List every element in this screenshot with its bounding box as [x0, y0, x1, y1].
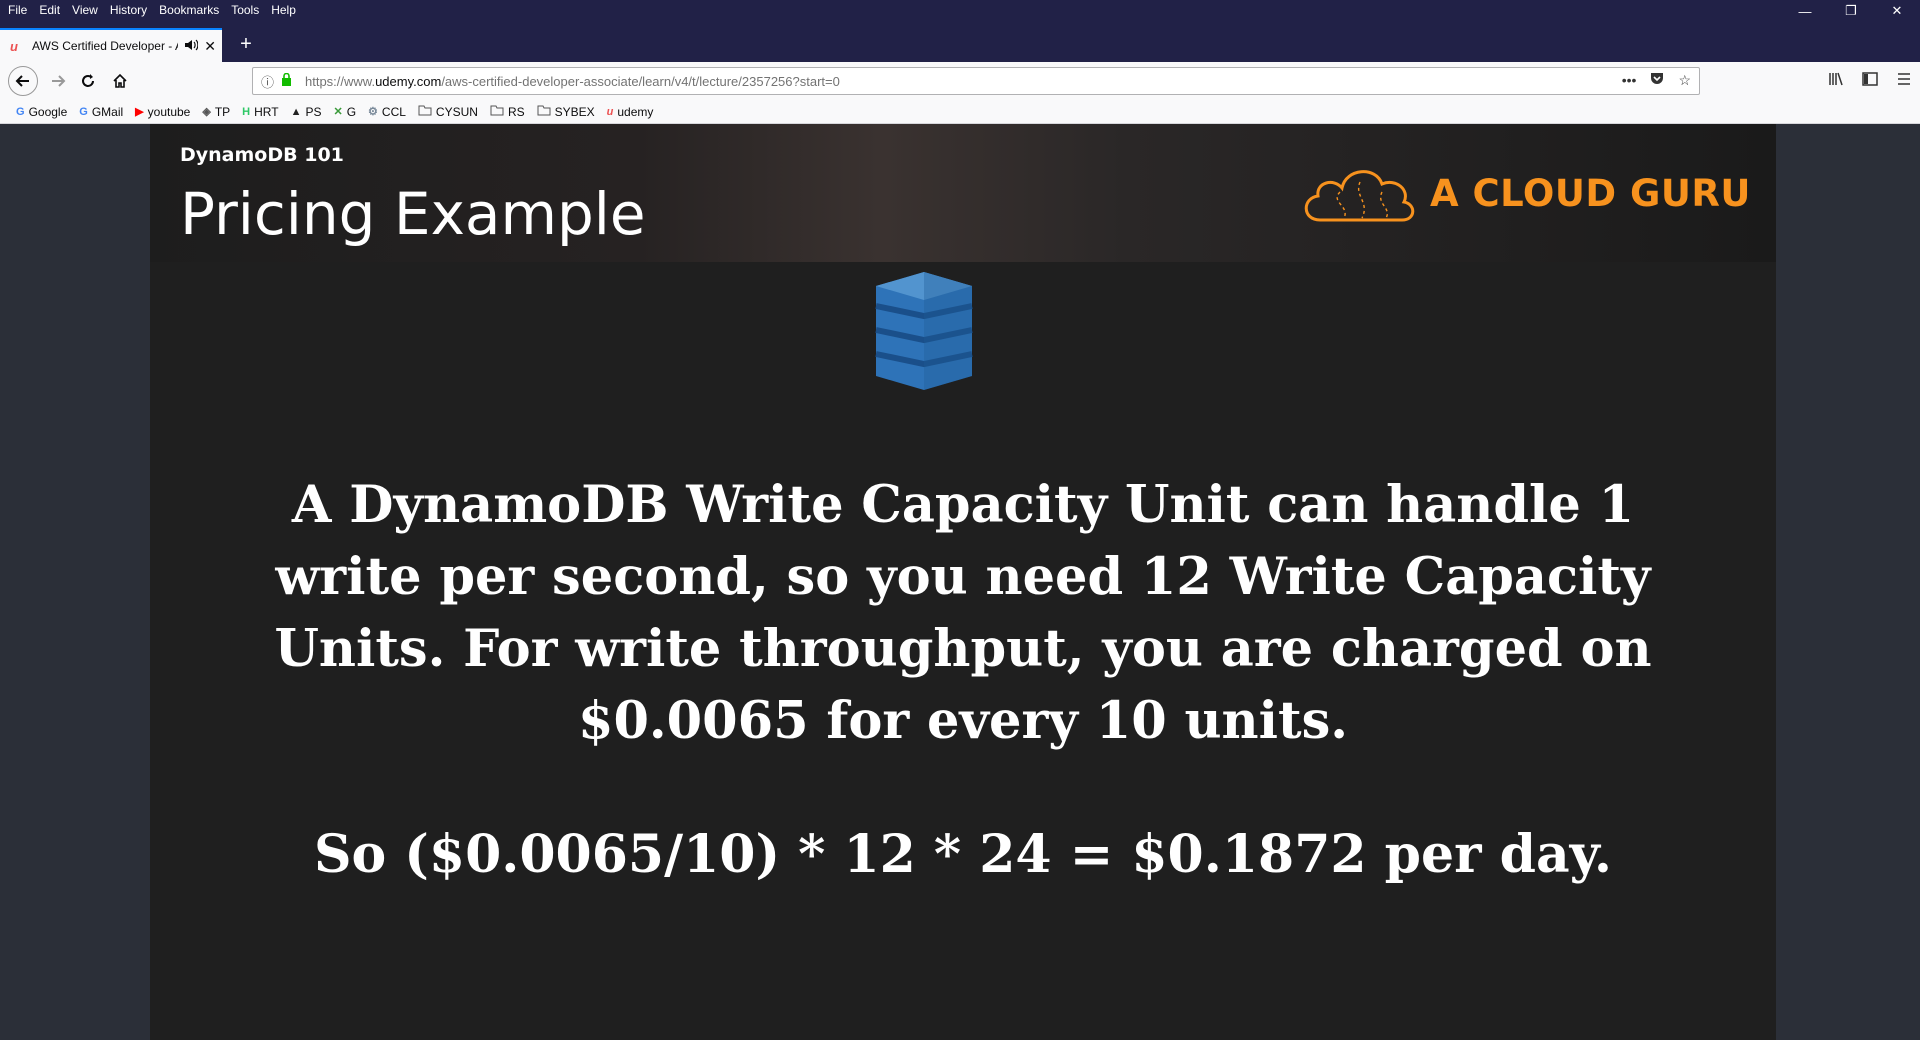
bookmark-udemy[interactable]: u udemy	[607, 105, 654, 119]
url-text: https://www.udemy.com/aws-certified-deve…	[305, 74, 840, 89]
library-icon[interactable]	[1828, 72, 1844, 90]
forward-button[interactable]	[44, 67, 72, 95]
bookmark-label: GMail	[91, 104, 124, 119]
body-line: A DynamoDB Write Capacity Unit can handl…	[291, 475, 1635, 535]
home-icon	[113, 73, 127, 88]
bookmark-label: G	[346, 104, 357, 119]
dynamodb-icon	[875, 272, 973, 390]
pocket-icon[interactable]	[1650, 72, 1664, 89]
back-arrow-icon	[15, 75, 29, 87]
bookmark-gmail[interactable]: G GMail	[79, 105, 123, 119]
tab-close-icon[interactable]: ✕	[204, 38, 216, 55]
bookmark-hrt[interactable]: H HRT	[242, 105, 278, 119]
ccl-icon: ⚙	[368, 106, 378, 118]
udemy-favicon-icon: u	[10, 38, 18, 54]
url-domain: udemy.com	[375, 73, 442, 89]
youtube-icon: ▶	[135, 106, 144, 118]
bookmark-label: TP	[214, 104, 231, 119]
bookmark-ps[interactable]: ▲ PS	[291, 105, 322, 119]
info-icon[interactable]: ⓘ	[261, 72, 279, 91]
body-line: Units. For write throughput, you are cha…	[274, 619, 1652, 679]
folder-icon	[537, 105, 551, 119]
tab-udemy-course[interactable]: u AWS Certified Developer - A ✕	[0, 28, 222, 62]
hamburger-menu-icon[interactable]	[1896, 72, 1912, 90]
bookmark-g[interactable]: ✕ G	[333, 105, 356, 119]
slide-title: Pricing Example	[180, 180, 646, 248]
bookmark-label: udemy	[617, 104, 654, 119]
ps-icon: ▲	[290, 105, 302, 118]
minimize-button[interactable]: —	[1782, 0, 1828, 22]
bookmark-youtube[interactable]: ▶ youtube	[135, 105, 190, 119]
bookmark-label: PS	[305, 104, 322, 119]
bookmark-folder-sybex[interactable]: SYBEX	[537, 105, 595, 119]
bookmark-folder-rs[interactable]: RS	[490, 105, 525, 119]
bookmarks-bar: G Google G GMail ▶ youtube ◈ TP H HRT ▲ PS ✕ G …	[0, 100, 1920, 124]
bookmark-star-icon[interactable]: ☆	[1678, 72, 1691, 89]
menu-file[interactable]: File	[8, 3, 27, 17]
menu-bookmarks[interactable]: Bookmarks	[159, 3, 219, 17]
slide-body-text: A DynamoDB Write Capacity Unit can handl…	[190, 469, 1736, 757]
folder-icon	[418, 105, 432, 119]
udemy-icon: u	[606, 105, 614, 118]
bookmark-google[interactable]: G Google	[16, 105, 67, 119]
bookmark-label: CCL	[381, 104, 406, 119]
reload-button[interactable]	[74, 67, 102, 95]
video-player[interactable]: DynamoDB 101 Pricing Example A CLOUD GUR…	[150, 124, 1776, 1040]
folder-icon	[490, 105, 504, 119]
menu-help[interactable]: Help	[271, 3, 296, 17]
home-button[interactable]	[106, 67, 134, 95]
tab-title: AWS Certified Developer - A	[32, 39, 179, 53]
menu-tools[interactable]: Tools	[231, 3, 259, 17]
bookmark-label: RS	[507, 104, 525, 119]
google-icon: G	[79, 105, 88, 118]
bookmark-folder-cysun[interactable]: CYSUN	[418, 105, 478, 119]
slide-formula: So ($0.0065/10) * 12 * 24 = $0.1872 per …	[313, 824, 1613, 885]
sidebar-icon[interactable]	[1862, 72, 1878, 90]
menu-edit[interactable]: Edit	[39, 3, 60, 17]
slide-header: DynamoDB 101 Pricing Example A CLOUD GUR…	[150, 124, 1776, 262]
back-button[interactable]	[8, 66, 38, 96]
toolbar-right	[1828, 72, 1912, 90]
course-label: DynamoDB 101	[180, 144, 344, 166]
body-line: write per second, so you need 12 Write C…	[275, 547, 1651, 607]
g-icon: ✕	[333, 106, 343, 118]
bookmark-label: CYSUN	[435, 104, 478, 119]
address-bar[interactable]: ⓘ https://www.udemy.com/aws-certified-de…	[252, 67, 1700, 95]
nav-bar: ⓘ https://www.udemy.com/aws-certified-de…	[0, 62, 1920, 100]
tp-icon: ◈	[202, 106, 211, 118]
reload-icon	[82, 74, 94, 87]
restore-button[interactable]: ❐	[1828, 0, 1874, 22]
window-controls: — ❐ ✕	[1782, 0, 1920, 22]
menu-list: File Edit View History Bookmarks Tools H…	[8, 3, 296, 17]
bookmark-tp[interactable]: ◈ TP	[202, 105, 230, 119]
url-path: /aws-certified-developer-associate/learn…	[441, 73, 840, 89]
menu-bar: File Edit View History Bookmarks Tools H…	[0, 0, 1920, 22]
forward-arrow-icon	[52, 75, 66, 87]
urlbar-actions: ••• ☆	[1622, 72, 1691, 89]
hackerrank-icon: H	[242, 105, 251, 118]
bookmark-label: HRT	[254, 104, 279, 119]
url-prefix: https://www.	[305, 73, 376, 89]
bookmark-ccl[interactable]: ⚙ CCL	[368, 105, 406, 119]
menu-view[interactable]: View	[72, 3, 98, 17]
google-icon: G	[16, 105, 25, 118]
tab-strip: u AWS Certified Developer - A ✕ +	[0, 22, 1920, 62]
bookmark-label: SYBEX	[554, 104, 595, 119]
bookmark-label: Google	[28, 104, 68, 119]
close-window-button[interactable]: ✕	[1874, 0, 1920, 22]
speaker-icon[interactable]	[184, 39, 199, 54]
body-line: $0.0065 for every 10 units.	[577, 691, 1349, 751]
page-actions-icon[interactable]: •••	[1622, 72, 1637, 89]
lock-icon[interactable]	[281, 72, 297, 89]
logo-text: A CLOUD GURU	[1430, 172, 1751, 215]
menu-history[interactable]: History	[110, 3, 147, 17]
new-tab-button[interactable]: +	[234, 32, 258, 56]
bookmark-label: youtube	[147, 104, 191, 119]
